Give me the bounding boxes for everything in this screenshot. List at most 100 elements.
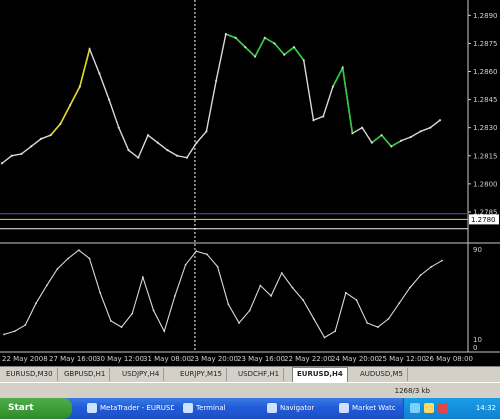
price-point	[146, 134, 150, 137]
x-axis-label: 23 May 20:00	[190, 355, 238, 363]
price-point	[322, 115, 325, 118]
chart-area[interactable]: 1.2890 1.2875 1.2860 1.2845 1.2830 1.2815 1.28…	[0, 0, 500, 366]
highlight-segment	[371, 134, 402, 148]
oscillator-point	[45, 284, 48, 287]
taskbar-button[interactable]: Terminal	[180, 400, 258, 417]
price-point	[166, 149, 169, 152]
oscillator-point	[184, 263, 187, 266]
y-tick-label: 1.2815	[473, 152, 498, 160]
x-axis-label: 22 May 2008	[2, 355, 48, 363]
oscillator-point	[387, 317, 390, 320]
chart-tab[interactable]: GBPUSD,H1	[60, 368, 111, 381]
price-point	[195, 141, 198, 144]
y-tick-label: 1.2800	[473, 180, 498, 188]
oscillator-point	[259, 284, 262, 287]
oscillator-bottom-label: 0	[473, 344, 477, 352]
price-point	[176, 154, 179, 157]
oscillator-point	[344, 291, 347, 294]
price-point	[205, 130, 208, 133]
oscillator-top-label: 90	[473, 246, 482, 254]
price-point	[30, 145, 33, 148]
volume-icon[interactable]	[424, 403, 434, 413]
chart-tab[interactable]: USDJPY,H4	[118, 368, 165, 381]
price-point	[341, 66, 344, 69]
clock[interactable]: 14:32	[476, 398, 496, 419]
price-point	[292, 46, 296, 49]
taskbar-button[interactable]: Navigator	[264, 400, 330, 417]
price-point	[302, 59, 305, 62]
security-icon[interactable]	[438, 403, 448, 413]
oscillator-point	[88, 257, 91, 260]
y-tick-label: 1.2875	[473, 40, 498, 48]
taskbar-button[interactable]: MetaTrader - EURUSD	[84, 400, 174, 417]
oscillator-bottom-label: 10	[473, 336, 482, 344]
price-chart[interactable]: 1.2890 1.2875 1.2860 1.2845 1.2830 1.2815 1.28…	[0, 0, 500, 366]
price-line	[1, 33, 441, 164]
price-point	[98, 72, 101, 75]
oscillator-point	[131, 312, 134, 315]
oscillator-point	[67, 257, 69, 260]
price-point	[78, 85, 81, 88]
x-axis-label: 26 May 08:00	[425, 355, 473, 363]
price-point	[117, 126, 120, 129]
system-tray: 14:32	[403, 398, 500, 419]
y-tick-label: 1.2890	[473, 12, 498, 20]
price-point	[224, 32, 227, 36]
oscillator-point	[99, 291, 102, 294]
price-point	[312, 119, 315, 122]
app-icon	[339, 403, 349, 413]
oscillator-point	[77, 249, 80, 252]
oscillator-point	[398, 302, 401, 305]
price-point	[419, 130, 422, 133]
taskbar-button-label: Navigator	[280, 404, 315, 412]
chart-tab[interactable]: EURUSD,M30	[2, 368, 58, 381]
price-point	[361, 126, 364, 129]
oscillator-point	[419, 274, 422, 277]
price-point	[399, 139, 403, 142]
price-point	[39, 137, 43, 141]
oscillator-point	[141, 276, 144, 279]
chart-tab[interactable]: USDCHF,H1	[234, 368, 285, 381]
oscillator-point	[334, 330, 337, 333]
oscillator-point	[206, 253, 208, 256]
start-button[interactable]: Start	[0, 398, 72, 419]
price-point	[0, 162, 4, 165]
x-axis-label: 30 May 12:00	[96, 355, 144, 363]
chart-tab[interactable]: EURJPY,M15	[176, 368, 227, 381]
oscillator-point	[441, 259, 443, 262]
oscillator-point	[409, 286, 411, 289]
price-point	[331, 85, 335, 88]
price-point	[283, 53, 286, 56]
price-point	[409, 135, 412, 139]
oscillator-point	[227, 303, 230, 306]
x-axis-label: 27 May 16:00	[49, 355, 97, 363]
oscillator-point	[280, 272, 283, 274]
price-point	[69, 104, 72, 107]
price-point	[438, 119, 442, 122]
oscillator-point	[248, 309, 251, 312]
oscillator-point	[216, 265, 219, 268]
x-axis-label: 22 May 22:00	[284, 355, 332, 363]
oscillator-point	[238, 322, 240, 324]
y-tick-label: 1.2860	[473, 68, 498, 76]
x-axis-label: 31 May 08:00	[143, 355, 191, 363]
price-point	[156, 141, 159, 144]
price-point	[380, 134, 383, 137]
price-point	[215, 79, 218, 82]
oscillator-point	[120, 326, 123, 329]
current-price-label: 1.2780	[471, 216, 496, 224]
oscillator-point	[174, 295, 176, 297]
x-axis-label: 25 May 12:00	[378, 355, 426, 363]
oscillator-point	[355, 299, 358, 301]
highlight-segment	[332, 65, 354, 134]
status-bar: 1268/3 kb	[0, 382, 500, 399]
network-icon[interactable]	[410, 403, 420, 413]
start-label: Start	[8, 403, 34, 413]
oscillator-point	[323, 336, 326, 339]
chart-tab[interactable]: AUDUSD,M5	[356, 368, 408, 381]
app-icon	[87, 403, 97, 413]
taskbar-button[interactable]: Market Watch	[336, 400, 396, 417]
price-point	[244, 46, 247, 49]
chart-tab[interactable]: EURUSD,H4	[292, 367, 348, 383]
oscillator-point	[312, 317, 315, 320]
